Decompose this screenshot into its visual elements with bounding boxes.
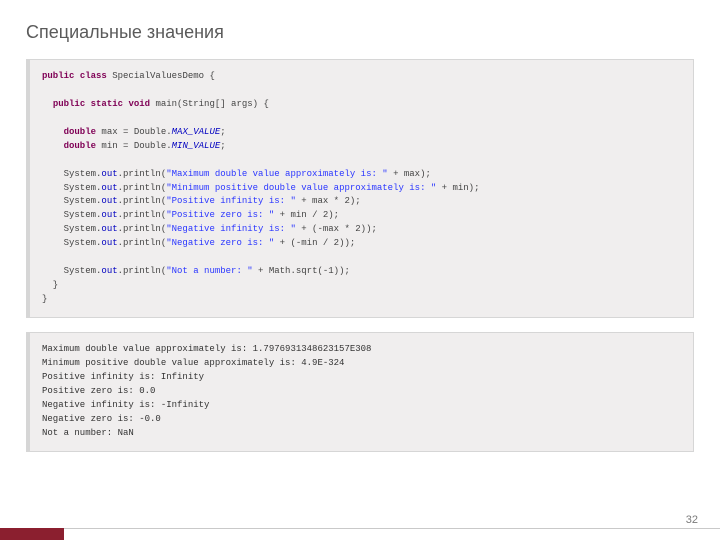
page-number: 32 [686,514,698,526]
str: "Not a number: " [166,266,252,276]
code-block: public class SpecialValuesDemo { public … [26,59,694,318]
code-text: System. [64,224,102,234]
code-text: ; [220,141,225,151]
kw-public: public [53,99,85,109]
fld-out: out [101,196,117,206]
code-text: .println( [118,183,167,193]
code-text: + min / 2); [274,210,339,220]
code-text: min = Double. [96,141,172,151]
const-max: MAX_VALUE [172,127,221,137]
kw-void: void [128,99,150,109]
code-text: + max * 2); [296,196,361,206]
code-text: + min); [436,183,479,193]
fld-out: out [101,210,117,220]
code-text: .println( [118,266,167,276]
str: "Positive infinity is: " [166,196,296,206]
code-text: .println( [118,238,167,248]
code-text: System. [64,266,102,276]
code-text: + (-min / 2)); [274,238,355,248]
code-text: .println( [118,224,167,234]
kw-static: static [91,99,123,109]
kw-double: double [64,141,96,151]
footer-line [0,528,720,529]
code-text: SpecialValuesDemo { [107,71,215,81]
fld-out: out [101,169,117,179]
code-text: + (-max * 2)); [296,224,377,234]
code-text: } [42,294,47,304]
kw-double: double [64,127,96,137]
code-text: max = Double. [96,127,172,137]
code-text: System. [64,196,102,206]
fld-out: out [101,266,117,276]
footer-accent-bar [0,528,64,540]
str: "Positive zero is: " [166,210,274,220]
fld-out: out [101,183,117,193]
output-block: Maximum double value approximately is: 1… [26,332,694,452]
footer [0,526,720,540]
const-min: MIN_VALUE [172,141,221,151]
code-text: .println( [118,169,167,179]
fld-out: out [101,238,117,248]
str: "Negative zero is: " [166,238,274,248]
str: "Maximum double value approximately is: … [166,169,387,179]
code-text: .println( [118,210,167,220]
code-text: System. [64,183,102,193]
code-text: .println( [118,196,167,206]
code-text: System. [64,210,102,220]
code-text: + max); [388,169,431,179]
str: "Minimum positive double value approxima… [166,183,436,193]
fld-out: out [101,224,117,234]
str: "Negative infinity is: " [166,224,296,234]
code-text: + Math.sqrt(-1)); [253,266,350,276]
code-text: ; [220,127,225,137]
slide-title: Специальные значения [26,22,694,43]
kw-class: class [80,71,107,81]
kw-public: public [42,71,74,81]
slide: Специальные значения public class Specia… [0,0,720,452]
code-text: main(String[] args) { [150,99,269,109]
code-text: System. [64,238,102,248]
code-text: System. [64,169,102,179]
code-text: } [42,280,58,290]
